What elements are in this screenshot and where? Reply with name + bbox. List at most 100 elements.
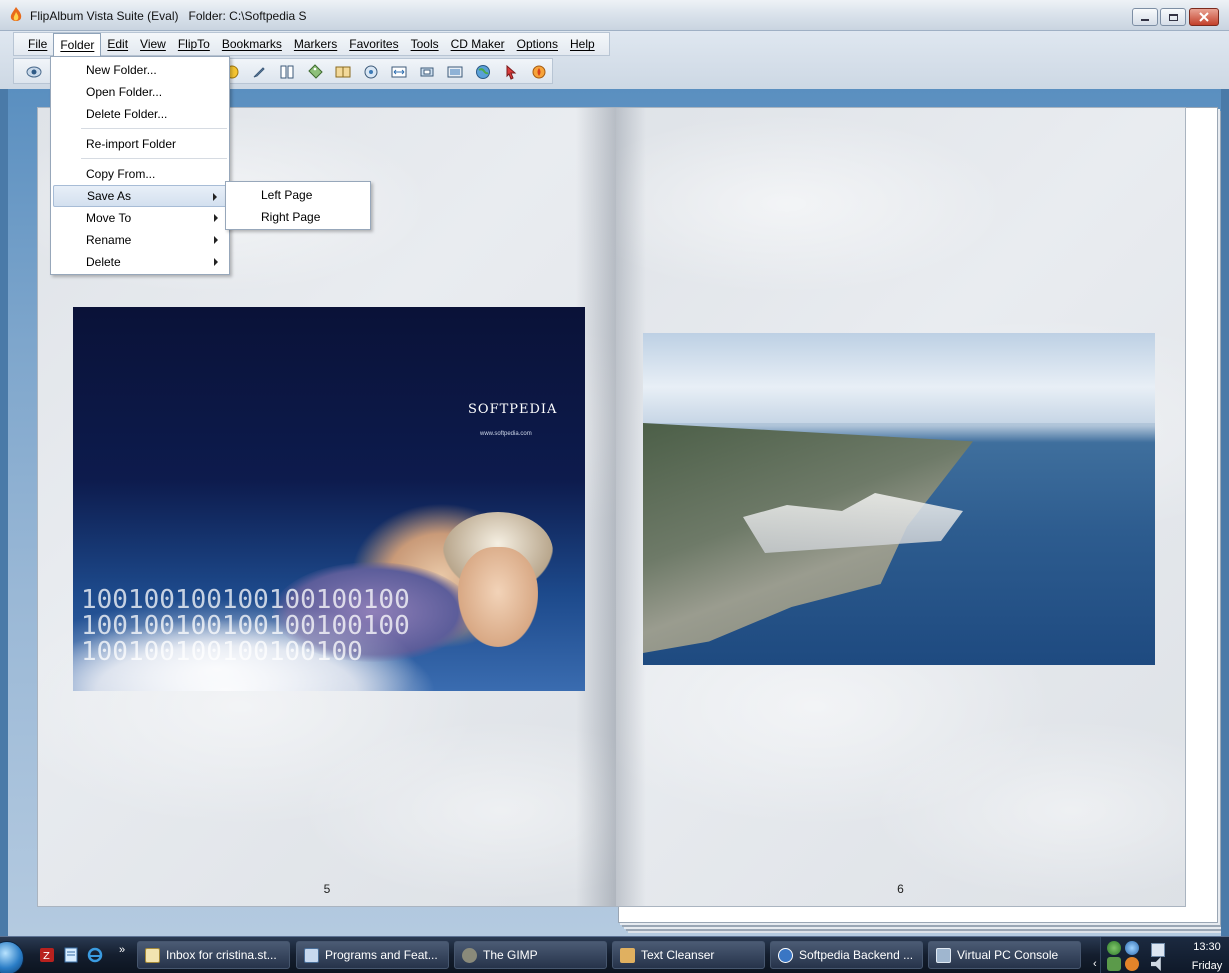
menu-delete-folder-label: Delete Folder... — [86, 107, 168, 121]
flame-icon[interactable] — [531, 64, 547, 80]
mail-icon — [145, 948, 160, 963]
virtual-pc-icon — [936, 948, 951, 963]
menu-cd-maker[interactable]: CD Maker — [445, 33, 511, 55]
network-icon[interactable] — [1107, 941, 1121, 955]
menu-save-as-label: Save As — [87, 189, 132, 203]
minimize-button[interactable] — [1132, 8, 1158, 26]
menu-folder[interactable]: Folder — [53, 32, 102, 56]
menu-reimport-folder[interactable]: Re-import Folder — [53, 133, 227, 155]
title-bar[interactable]: FlipAlbum Vista Suite (Eval) Folder: C:\… — [0, 0, 1229, 31]
update-icon[interactable] — [1125, 957, 1139, 971]
photo-binary-pattern: 1001001001001001001001001001001001001001… — [73, 581, 433, 691]
menu-separator — [81, 158, 227, 159]
menu-file[interactable]: File — [22, 33, 53, 55]
security-icon[interactable] — [1107, 957, 1121, 971]
taskbar-button-inbox[interactable]: Inbox for cristina.st... — [137, 941, 290, 969]
taskbar-button-text-cleanser[interactable]: Text Cleanser — [612, 941, 765, 969]
gimp-icon — [462, 948, 477, 963]
menu-new-folder[interactable]: New Folder... — [53, 59, 227, 81]
submenu-arrow-icon — [214, 258, 218, 266]
taskbar-button-programs[interactable]: Programs and Feat... — [296, 941, 449, 969]
restore-button[interactable] — [1160, 8, 1186, 26]
photo-figure — [458, 547, 538, 647]
pointer-icon[interactable] — [503, 64, 519, 80]
svg-text:Z: Z — [43, 951, 50, 962]
save-as-submenu: Left Page Right Page — [225, 181, 371, 230]
restore-icon — [1168, 13, 1178, 21]
menu-help[interactable]: Help — [564, 33, 601, 55]
start-button[interactable] — [0, 941, 24, 973]
submenu-arrow-icon — [214, 236, 218, 244]
menu-new-folder-label: New Folder... — [86, 63, 157, 77]
taskbar-button-label: Text Cleanser — [641, 948, 715, 962]
two-page-icon[interactable] — [279, 64, 295, 80]
notepad-icon[interactable] — [63, 947, 79, 963]
filezilla-icon[interactable]: Z — [39, 947, 55, 963]
menu-open-folder[interactable]: Open Folder... — [53, 81, 227, 103]
menu-edit[interactable]: Edit — [101, 33, 134, 55]
close-icon — [1199, 12, 1209, 22]
flipalbum-app-icon — [10, 7, 22, 21]
menu-open-folder-label: Open Folder... — [86, 85, 163, 99]
taskbar-button-label: Virtual PC Console — [957, 948, 1059, 962]
tag-icon[interactable] — [307, 64, 323, 80]
menu-save-right-page-label: Right Page — [261, 210, 321, 224]
display-icon[interactable] — [1151, 943, 1165, 957]
menu-save-right-page[interactable]: Right Page — [228, 206, 368, 228]
chevron-left-icon[interactable]: ‹ — [1093, 957, 1103, 971]
menu-delete-label: Delete — [86, 255, 121, 269]
left-page-number: 5 — [323, 882, 331, 896]
folder-menu: New Folder... Open Folder... Delete Fold… — [50, 56, 230, 275]
menu-reimport-folder-label: Re-import Folder — [86, 137, 177, 151]
menu-copy-from[interactable]: Copy From... — [53, 163, 227, 185]
window-title: FlipAlbum Vista Suite (Eval) Folder: C:\… — [30, 9, 307, 23]
album-icon[interactable] — [335, 64, 351, 80]
submenu-arrow-icon — [213, 193, 217, 201]
menu-save-left-page[interactable]: Left Page — [228, 184, 368, 206]
eye-icon[interactable] — [26, 64, 42, 80]
menu-markers[interactable]: Markers — [288, 33, 343, 55]
close-button[interactable] — [1189, 8, 1219, 26]
menu-options[interactable]: Options — [511, 33, 564, 55]
taskbar-button-virtual-pc[interactable]: Virtual PC Console — [928, 941, 1081, 969]
menu-save-left-page-label: Left Page — [261, 188, 313, 202]
slideshow-icon[interactable] — [447, 64, 463, 80]
volume-icon[interactable] — [1151, 957, 1161, 971]
taskbar-button-gimp[interactable]: The GIMP — [454, 941, 607, 969]
menu-move-to[interactable]: Move To — [53, 207, 227, 229]
clock-time: 13:30 — [1193, 941, 1221, 953]
menu-bookmarks[interactable]: Bookmarks — [216, 33, 288, 55]
right-page-gutter — [616, 108, 646, 906]
menu-view[interactable]: View — [134, 33, 172, 55]
photo-brand-text: SOFTPEDIA — [468, 402, 558, 417]
quick-launch-overflow-icon[interactable]: » — [119, 944, 125, 956]
menu-save-as[interactable]: Save As — [53, 185, 227, 207]
menu-delete-folder[interactable]: Delete Folder... — [53, 103, 227, 125]
menu-copy-from-label: Copy From... — [86, 167, 156, 181]
menu-favorites[interactable]: Favorites — [343, 33, 404, 55]
left-page-photo[interactable]: 1001001001001001001001001001001001001001… — [73, 307, 585, 691]
pencil-icon[interactable] — [251, 64, 267, 80]
menu-separator — [81, 128, 227, 129]
menu-flipto[interactable]: FlipTo — [172, 33, 216, 55]
globe-icon[interactable] — [475, 64, 491, 80]
menu-rename[interactable]: Rename — [53, 229, 227, 251]
right-page-photo[interactable] — [643, 333, 1155, 665]
control-panel-icon — [304, 948, 319, 963]
right-page[interactable]: 6 — [616, 107, 1186, 907]
taskbar-button-label: The GIMP — [483, 948, 538, 962]
taskbar-clock[interactable]: 13:30 Friday — [1187, 940, 1227, 973]
disc-icon[interactable] — [363, 64, 379, 80]
internet-explorer-icon[interactable] — [87, 947, 103, 963]
menu-tools[interactable]: Tools — [405, 33, 445, 55]
submenu-arrow-icon — [214, 214, 218, 222]
minimize-icon — [1141, 19, 1149, 21]
globe-tray-icon[interactable] — [1125, 941, 1139, 955]
taskbar-button-softpedia-backend[interactable]: Softpedia Backend ... — [770, 941, 923, 969]
menu-delete[interactable]: Delete — [53, 251, 227, 273]
screen-icon[interactable] — [419, 64, 435, 80]
photo-url-text: www.softpedia.com — [480, 431, 532, 437]
taskbar: Z » Inbox for cristina.st... Programs an… — [0, 936, 1229, 973]
fit-width-icon[interactable] — [391, 64, 407, 80]
menu-rename-label: Rename — [86, 233, 132, 247]
